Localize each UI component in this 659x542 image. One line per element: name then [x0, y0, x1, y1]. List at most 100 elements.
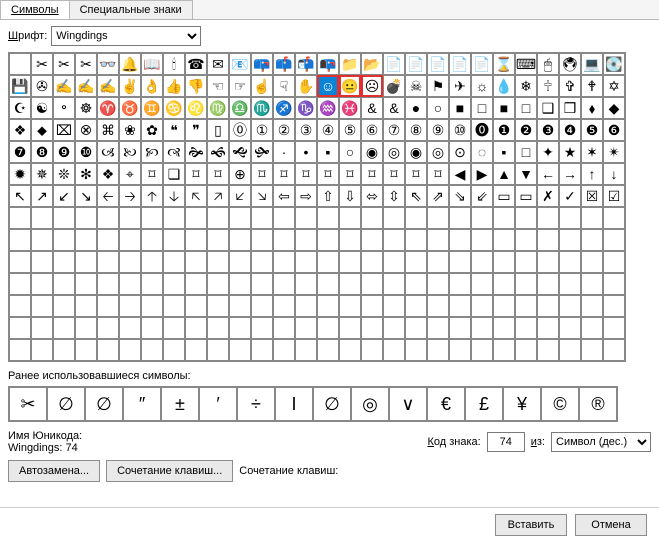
symbol-cell[interactable]: ⌧: [53, 119, 75, 141]
symbol-cell[interactable]: 💧: [493, 75, 515, 97]
symbol-cell-empty[interactable]: [163, 339, 185, 361]
symbol-cell-empty[interactable]: [559, 273, 581, 295]
symbol-cell[interactable]: ✍: [75, 75, 97, 97]
symbol-cell[interactable]: ✂: [53, 53, 75, 75]
symbol-cell-empty[interactable]: [141, 229, 163, 251]
symbol-cell[interactable]: ⌑: [405, 163, 427, 185]
symbol-cell[interactable]: 🙣: [163, 141, 185, 163]
symbol-cell-empty[interactable]: [97, 317, 119, 339]
symbol-cell[interactable]: 📄: [427, 53, 449, 75]
symbol-cell[interactable]: ▯: [207, 119, 229, 141]
symbol-cell-empty[interactable]: [493, 295, 515, 317]
symbol-cell-empty[interactable]: [493, 339, 515, 361]
symbol-cell-empty[interactable]: [185, 251, 207, 273]
symbol-cell-empty[interactable]: [515, 273, 537, 295]
symbol-cell[interactable]: ✵: [31, 163, 53, 185]
symbol-cell[interactable]: ☝: [251, 75, 273, 97]
symbol-cell-empty[interactable]: [163, 207, 185, 229]
symbol-cell[interactable]: 📖: [141, 53, 163, 75]
code-input[interactable]: [487, 432, 525, 452]
symbol-cell-empty[interactable]: [559, 207, 581, 229]
recent-cell[interactable]: ◎: [351, 387, 389, 421]
symbol-cell-empty[interactable]: [141, 295, 163, 317]
symbol-cell[interactable]: ⑥: [361, 119, 383, 141]
insert-button[interactable]: Вставить: [495, 514, 567, 536]
symbol-cell-empty[interactable]: [53, 229, 75, 251]
symbol-cell-empty[interactable]: [383, 229, 405, 251]
symbol-cell-empty[interactable]: [185, 229, 207, 251]
symbol-cell-empty[interactable]: [141, 273, 163, 295]
symbol-cell[interactable]: ⌨: [515, 53, 537, 75]
symbol-cell[interactable]: 🕯: [163, 53, 185, 75]
recent-cell[interactable]: ∅: [85, 387, 123, 421]
symbol-cell-empty[interactable]: [229, 207, 251, 229]
symbol-cell[interactable]: ♒: [317, 97, 339, 119]
symbol-cell-empty[interactable]: [361, 207, 383, 229]
symbol-cell[interactable]: ⌑: [361, 163, 383, 185]
symbol-cell-empty[interactable]: [119, 317, 141, 339]
symbol-cell[interactable]: ②: [273, 119, 295, 141]
symbol-cell[interactable]: ✇: [31, 75, 53, 97]
symbol-cell-empty[interactable]: [31, 339, 53, 361]
symbol-cell[interactable]: 📄: [449, 53, 471, 75]
recent-cell[interactable]: ′: [199, 387, 237, 421]
symbol-cell-empty[interactable]: [449, 273, 471, 295]
symbol-cell[interactable]: ❷: [515, 119, 537, 141]
symbol-cell[interactable]: ⑦: [383, 119, 405, 141]
symbol-cell-empty[interactable]: [537, 339, 559, 361]
symbol-cell-empty[interactable]: [339, 273, 361, 295]
symbol-cell[interactable]: ⇧: [317, 185, 339, 207]
symbol-cell-empty[interactable]: [141, 339, 163, 361]
symbol-cell-empty[interactable]: [603, 339, 625, 361]
symbol-cell[interactable]: ■: [493, 97, 515, 119]
symbol-cell[interactable]: ❑: [537, 97, 559, 119]
symbol-cell-empty[interactable]: [383, 339, 405, 361]
symbol-cell[interactable]: ❀: [119, 119, 141, 141]
symbol-cell[interactable]: ⌑: [251, 163, 273, 185]
symbol-cell-empty[interactable]: [581, 251, 603, 273]
symbol-cell[interactable]: ▼: [515, 163, 537, 185]
symbol-cell[interactable]: ❖: [97, 163, 119, 185]
symbol-cell-empty[interactable]: [75, 273, 97, 295]
symbol-cell-empty[interactable]: [581, 317, 603, 339]
symbol-cell[interactable]: 📫: [273, 53, 295, 75]
symbol-cell[interactable]: ☺: [317, 75, 339, 97]
symbol-cell-empty[interactable]: [317, 207, 339, 229]
symbol-cell[interactable]: ❞: [185, 119, 207, 141]
symbol-cell[interactable]: ✞: [559, 75, 581, 97]
symbol-cell[interactable]: ☟: [273, 75, 295, 97]
symbol-cell[interactable]: ❒: [559, 97, 581, 119]
symbol-cell-empty[interactable]: [603, 229, 625, 251]
symbol-cell-empty[interactable]: [31, 251, 53, 273]
symbol-cell-empty[interactable]: [471, 229, 493, 251]
symbol-cell-empty[interactable]: [361, 339, 383, 361]
symbol-cell-empty[interactable]: [427, 295, 449, 317]
symbol-cell-empty[interactable]: [559, 251, 581, 273]
symbol-cell[interactable]: 📄: [471, 53, 493, 75]
symbol-cell[interactable]: &: [383, 97, 405, 119]
symbol-cell[interactable]: 🙠: [119, 141, 141, 163]
symbol-cell[interactable]: ↗: [31, 185, 53, 207]
symbol-cell[interactable]: ✋: [295, 75, 317, 97]
symbol-cell-empty[interactable]: [251, 339, 273, 361]
symbol-cell-empty[interactable]: [229, 229, 251, 251]
symbol-cell[interactable]: 📄: [383, 53, 405, 75]
symbol-cell-empty[interactable]: [9, 317, 31, 339]
symbol-cell-empty[interactable]: [295, 229, 317, 251]
symbol-cell-empty[interactable]: [207, 273, 229, 295]
symbol-cell-empty[interactable]: [163, 251, 185, 273]
symbol-cell[interactable]: 🖲: [559, 53, 581, 75]
symbol-cell[interactable]: 🡠: [97, 185, 119, 207]
symbol-cell[interactable]: 🡧: [229, 185, 251, 207]
symbol-cell-empty[interactable]: [229, 251, 251, 273]
symbol-cell[interactable]: 🡥: [207, 185, 229, 207]
symbol-cell-empty[interactable]: [53, 339, 75, 361]
symbol-cell-empty[interactable]: [119, 207, 141, 229]
symbol-cell-empty[interactable]: [163, 317, 185, 339]
symbol-cell-empty[interactable]: [75, 295, 97, 317]
symbol-cell[interactable]: ॰: [53, 97, 75, 119]
symbol-cell[interactable]: ✴: [603, 141, 625, 163]
symbol-cell-empty[interactable]: [405, 339, 427, 361]
symbol-cell[interactable]: ♓: [339, 97, 361, 119]
symbol-cell[interactable]: ⌛: [493, 53, 515, 75]
